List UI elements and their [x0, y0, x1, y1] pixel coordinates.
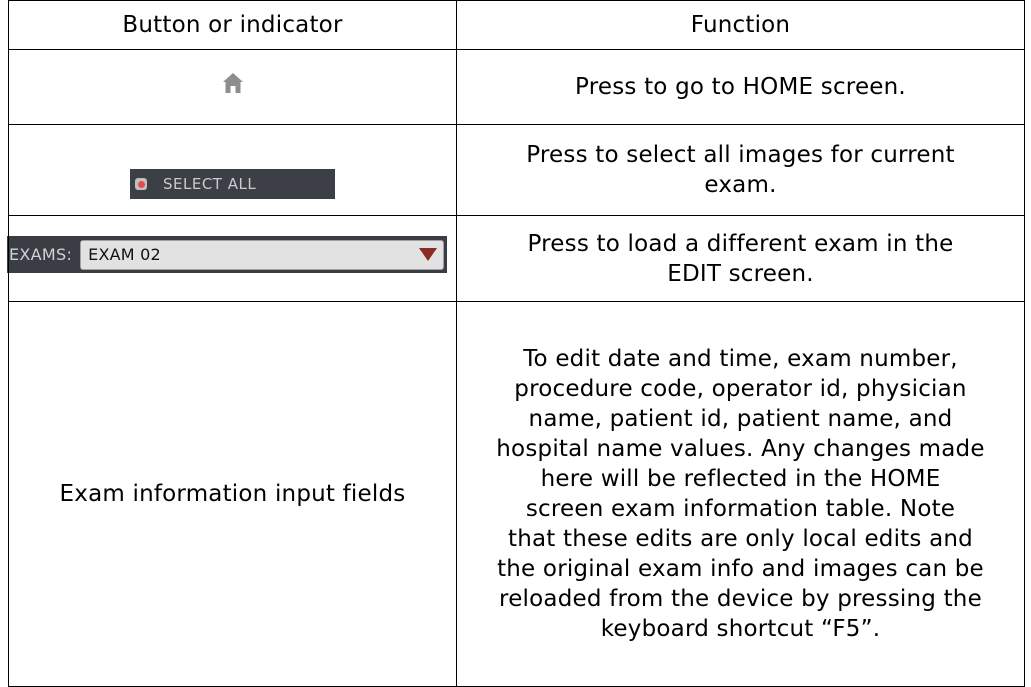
- select-all-function-line1: Press to select all images for current: [526, 142, 955, 168]
- exam-info-function-line: name, patient id, patient name, and: [528, 406, 953, 432]
- select-all-function-line2: exam.: [704, 172, 777, 198]
- table-row: Exam information input fields To edit da…: [8, 301, 1025, 687]
- exam-info-function-line: keyboard shortcut “F5”.: [600, 616, 881, 642]
- home-function: Press to go to HOME screen.: [456, 49, 1025, 125]
- exams-function: Press to load a different exam in the ED…: [456, 215, 1025, 302]
- exam-info-function: To edit date and time, exam number, proc…: [456, 301, 1025, 687]
- select-all-button[interactable]: SELECT ALL: [130, 169, 335, 199]
- select-all-function: Press to select all images for current e…: [456, 124, 1025, 216]
- table-row: EXAMS: EXAM 02 Press to load a different…: [7, 215, 1025, 302]
- exams-dropdown-value: EXAM 02: [88, 244, 161, 264]
- exam-info-fields-label: Exam information input fields: [8, 301, 457, 687]
- exams-dropdown[interactable]: EXAM 02: [80, 239, 444, 270]
- exam-info-function-line: here will be reflected in the HOME: [540, 466, 941, 492]
- exams-function-line2: EDIT screen.: [667, 260, 814, 287]
- exams-cell: EXAMS: EXAM 02: [7, 215, 457, 302]
- exams-function-line1: Press to load a different exam in the: [527, 230, 954, 257]
- table-row: Press to go to HOME screen.: [8, 49, 1025, 125]
- exam-info-function-line: reloaded from the device by pressing the: [499, 586, 982, 612]
- table-header-row: Button or indicator Function: [8, 0, 1025, 50]
- exam-info-function-line: the original exam info and images can be: [497, 556, 984, 582]
- button-reference-table: Button or indicator Function Press to go…: [7, 0, 1025, 687]
- home-icon-cell: [8, 49, 457, 125]
- home-icon[interactable]: [222, 72, 244, 94]
- select-all-radio-icon: [135, 178, 147, 190]
- exam-info-function-line: screen exam information table. Note: [525, 496, 956, 522]
- exam-info-function-line: that these edits are only local edits an…: [508, 526, 973, 552]
- exams-bar: EXAMS: EXAM 02: [7, 236, 447, 273]
- table-row: SELECT ALL Press to select all images fo…: [8, 124, 1025, 216]
- exams-label: EXAMS:: [9, 244, 73, 264]
- header-function: Function: [456, 0, 1025, 50]
- exam-info-function-line: To edit date and time, exam number,: [523, 346, 958, 372]
- header-button-or-indicator: Button or indicator: [8, 0, 457, 50]
- select-all-cell: SELECT ALL: [8, 124, 457, 216]
- exam-info-function-line: procedure code, operator id, physician: [514, 376, 967, 402]
- select-all-label: SELECT ALL: [163, 175, 257, 193]
- dropdown-arrow-icon: [419, 248, 437, 261]
- exam-info-function-line: hospital name values. Any changes made: [496, 436, 985, 462]
